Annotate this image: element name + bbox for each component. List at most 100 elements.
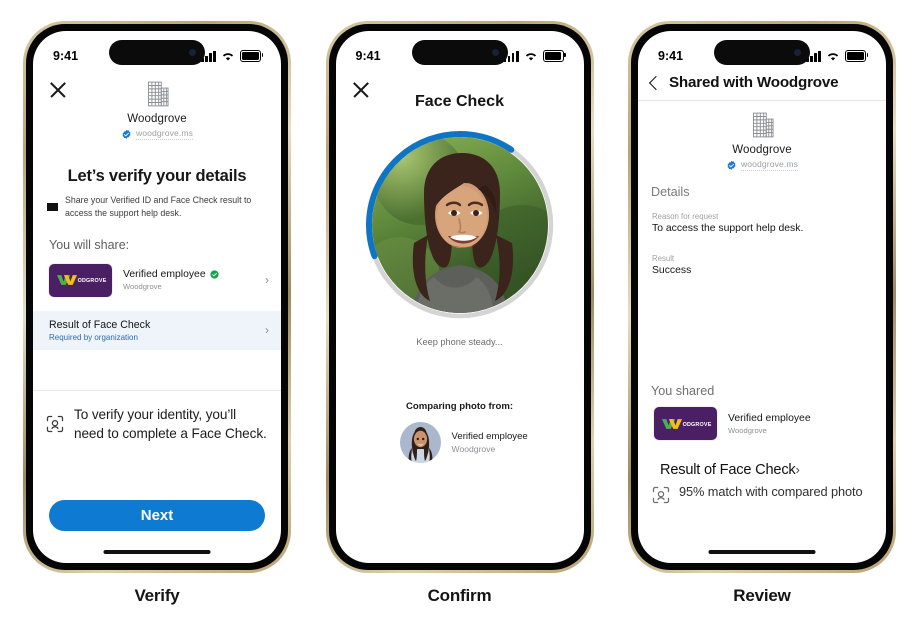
- screen-verify-body: Woodgrove woodgrove.ms Let’s verify your…: [33, 71, 281, 563]
- dynamic-island-1: [109, 40, 205, 65]
- caption-review: Review: [733, 586, 791, 605]
- compare-source-row: Verified employee Woodgrove: [399, 422, 584, 463]
- org-header-3: Woodgrove woodgrove.ms: [638, 108, 886, 171]
- list-item-text: Result of Face Check Required by organiz…: [49, 319, 250, 342]
- dynamic-island-3: [714, 40, 810, 65]
- wifi-icon: [222, 52, 234, 61]
- phone-column-review: 9:41 Shared with Woodgrove Woodgrove woo…: [619, 0, 905, 628]
- screen-verify: 9:41 Woodgrove woodgrove.ms Let’s verify…: [33, 31, 281, 563]
- org-domain-row: woodgrove.ms: [726, 159, 799, 171]
- chevron-right-icon: ›: [265, 273, 269, 287]
- cta-block: To verify your identity, you’ll need to …: [33, 391, 281, 444]
- org-domain-row: woodgrove.ms: [121, 128, 194, 140]
- shared-item-text: Verified employee Woodgrove: [728, 413, 874, 435]
- navigation-bar: Shared with Woodgrove: [638, 71, 886, 100]
- progress-ring: [365, 131, 554, 319]
- woodgrove-card-logo: ODGROVE: [654, 407, 717, 440]
- close-icon[interactable]: [350, 79, 372, 101]
- field-value: Success: [652, 265, 692, 276]
- field-label: Reason for request: [652, 212, 719, 221]
- battery-icon: [845, 50, 869, 62]
- page-title: Face Check: [415, 93, 504, 110]
- shared-item-title: Verified employee: [728, 412, 811, 424]
- org-header-1: Woodgrove woodgrove.ms: [33, 77, 281, 140]
- list-item-text: Verified employee Woodgrove: [123, 269, 250, 291]
- verified-badge-icon: [122, 129, 131, 139]
- close-icon[interactable]: [47, 79, 69, 101]
- home-indicator-3: [708, 549, 816, 554]
- front-camera-icon: [794, 49, 801, 56]
- cta-text: To verify your identity, you’ll need to …: [74, 406, 267, 442]
- svg-text:ODGROVE: ODGROVE: [682, 421, 711, 427]
- list-item-subtitle: Woodgrove: [123, 282, 162, 291]
- next-button[interactable]: Next: [49, 500, 265, 531]
- status-indicators: [503, 50, 566, 62]
- front-camera-icon: [189, 49, 196, 56]
- id-photo-avatar: [399, 422, 441, 463]
- match-text: 95% match with compared photo: [679, 484, 863, 499]
- list-item-verified-employee[interactable]: ODGROVE Verified employee Woodgrove ›: [33, 256, 281, 305]
- details-label: Details: [651, 185, 690, 199]
- list-item-title-row: Verified employee: [123, 269, 250, 280]
- list-item-subtitle: Required by organization: [49, 332, 138, 342]
- three-phone-mockup: 9:41 Woodgrove woodgrove.ms Let’s verify…: [0, 0, 919, 628]
- chevron-right-icon: ›: [265, 323, 269, 337]
- subtext: Share your Verified ID and Face Check re…: [65, 195, 252, 218]
- battery-icon: [542, 50, 566, 62]
- shared-item-verified-employee[interactable]: ODGROVE Verified employee Woodgrove: [638, 398, 886, 448]
- screen-face-check: 9:41 Face Check Keep phone steady... Com…: [335, 31, 584, 563]
- result-link-label: Result of Face Check: [660, 462, 796, 478]
- list-item-title: Result of Face Check: [49, 318, 151, 331]
- screen-face-check-body: Face Check Keep phone steady... Comparin…: [336, 71, 584, 563]
- screen-review: 9:41 Shared with Woodgrove Woodgrove woo…: [638, 31, 886, 563]
- svg-text:ODGROVE: ODGROVE: [77, 278, 106, 284]
- phone-column-verify: 9:41 Woodgrove woodgrove.ms Let’s verify…: [14, 0, 300, 628]
- status-indicators: [806, 50, 869, 62]
- phone-frame-3: 9:41 Shared with Woodgrove Woodgrove woo…: [628, 21, 896, 573]
- phone-bezel-1: 9:41 Woodgrove woodgrove.ms Let’s verify…: [26, 24, 288, 570]
- result-of-face-check-link[interactable]: Result of Face Check›: [660, 462, 886, 478]
- page-title: Let’s verify your details: [67, 167, 247, 185]
- org-name: Woodgrove: [732, 144, 792, 156]
- field-reason: Reason for request To access the support…: [652, 212, 886, 234]
- info-square-icon: [47, 202, 58, 211]
- face-scan-icon: [46, 416, 64, 433]
- compare-title: Verified employee: [451, 431, 528, 442]
- status-indicators: [201, 50, 264, 62]
- id-photo: [399, 422, 441, 463]
- shared-label: You shared: [651, 384, 715, 398]
- share-label: You will share:: [49, 237, 130, 252]
- list-item-title: Verified employee: [123, 269, 206, 280]
- org-domain: woodgrove.ms: [740, 159, 799, 171]
- list-item-face-check[interactable]: Result of Face Check Required by organiz…: [33, 310, 281, 350]
- chevron-right-icon: ›: [795, 462, 800, 477]
- wifi-icon: [827, 52, 839, 61]
- green-check-icon: [209, 270, 219, 279]
- phone-bezel-3: 9:41 Shared with Woodgrove Woodgrove woo…: [631, 24, 893, 570]
- field-value: To access the support help desk.: [652, 223, 804, 234]
- dynamic-island-2: [411, 40, 508, 65]
- building-icon: [148, 81, 169, 107]
- woodgrove-card-logo: ODGROVE: [49, 263, 112, 297]
- home-indicator-1: [103, 549, 211, 554]
- verified-badge-icon: [727, 160, 736, 170]
- front-camera-icon: [491, 49, 499, 56]
- status-time: 9:41: [658, 49, 684, 63]
- phone-frame-2: 9:41 Face Check Keep phone steady... Com…: [325, 21, 594, 573]
- capture-hint: Keep phone steady...: [416, 337, 503, 347]
- face-capture-ring: [364, 129, 556, 321]
- status-time: 9:41: [355, 49, 381, 63]
- building-icon: [753, 112, 774, 138]
- page-title: Shared with Woodgrove: [669, 74, 839, 91]
- back-chevron-icon[interactable]: [648, 75, 664, 90]
- wifi-icon: [525, 52, 536, 61]
- woodgrove-logo-icon: ODGROVE: [56, 275, 106, 285]
- org-name: Woodgrove: [127, 113, 187, 125]
- nav-divider: [638, 100, 886, 101]
- battery-icon: [240, 50, 264, 62]
- status-time: 9:41: [53, 49, 79, 63]
- shared-section: You shared ODGROVE Verified employee Woo…: [638, 384, 886, 505]
- caption-verify: Verify: [134, 586, 180, 605]
- compare-subtitle: Woodgrove: [451, 444, 496, 454]
- face-scan-icon: [652, 486, 670, 504]
